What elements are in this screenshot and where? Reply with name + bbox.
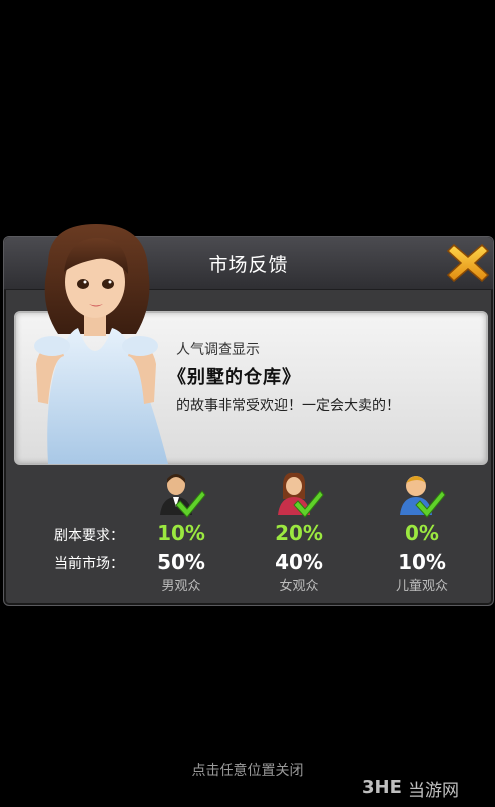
market-row-label: 当前市场： xyxy=(54,556,124,572)
feedback-text: 的故事非常受欢迎！一定会大卖的！ xyxy=(176,398,400,414)
female-audience-label: 女观众 xyxy=(279,579,319,594)
male-audience-icon xyxy=(156,471,206,519)
female-market-value: 40% xyxy=(275,550,323,574)
watermark: 3HE 当游网 xyxy=(360,772,490,802)
watermark-logo-icon: 3HE xyxy=(362,777,402,798)
svg-text:3HE: 3HE xyxy=(362,777,402,798)
requirement-row-label: 剧本要求： xyxy=(54,528,124,544)
male-audience-label: 男观众 xyxy=(161,579,201,594)
child-audience-icon xyxy=(396,471,446,519)
female-requirement-value: 20% xyxy=(275,521,323,545)
close-button[interactable] xyxy=(446,241,490,285)
close-x-icon xyxy=(446,243,490,283)
survey-text: 人气调查显示 xyxy=(176,342,260,358)
child-requirement-value: 0% xyxy=(405,521,439,545)
child-market-value: 10% xyxy=(398,550,446,574)
male-market-value: 50% xyxy=(157,550,205,574)
child-audience-label: 儿童观众 xyxy=(395,579,448,594)
game-screen[interactable]: 市场反馈 人气调查显示 《别墅的仓库》 的故事非常受欢迎！一定会大卖的！ 剧本要… xyxy=(0,0,495,807)
watermark-text: 当游网 xyxy=(408,781,459,801)
character-portrait xyxy=(8,224,178,464)
female-audience-icon xyxy=(274,471,324,519)
male-requirement-value: 10% xyxy=(157,521,205,545)
script-title: 《别墅的仓库》 xyxy=(168,367,301,388)
